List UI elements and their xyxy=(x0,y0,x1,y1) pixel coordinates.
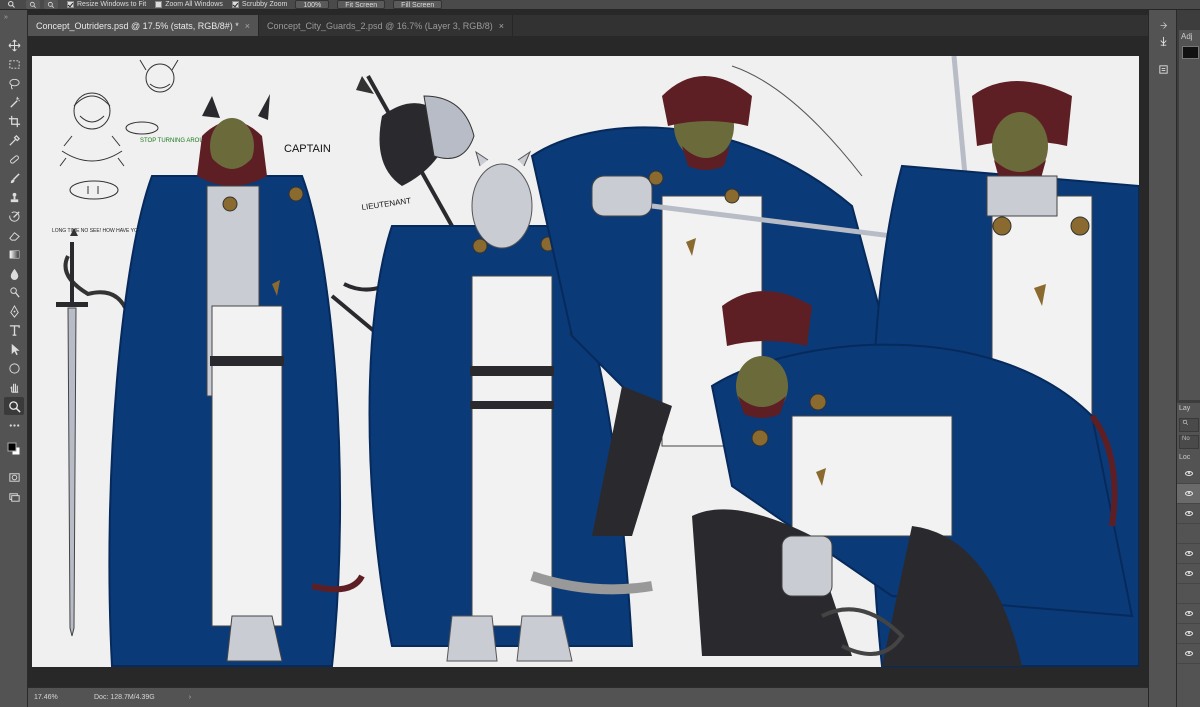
resize-windows-checkbox[interactable]: Resize Windows to Fit xyxy=(67,1,146,8)
history-brush-tool-icon[interactable] xyxy=(4,207,24,225)
status-menu-arrow-icon[interactable]: › xyxy=(189,694,191,701)
close-icon[interactable]: × xyxy=(245,21,250,31)
document-canvas[interactable]: STOP TURNING AROUND! LONG TIME NO SEE! H… xyxy=(32,56,1139,667)
visibility-eye-icon[interactable] xyxy=(1185,551,1193,556)
tools-panel: » xyxy=(0,10,28,707)
dodge-tool-icon[interactable] xyxy=(4,283,24,301)
layer-row[interactable] xyxy=(1177,624,1200,644)
tab-concept-outriders[interactable]: Concept_Outriders.psd @ 17.5% (stats, RG… xyxy=(28,15,259,36)
layer-row[interactable] xyxy=(1177,564,1200,584)
hand-tool-icon[interactable] xyxy=(4,378,24,396)
visibility-eye-icon[interactable] xyxy=(1185,491,1193,496)
fill-screen-button[interactable]: Fill Screen xyxy=(393,0,443,9)
color-swatches-icon[interactable] xyxy=(4,438,24,460)
zoom-all-windows-label: Zoom All Windows xyxy=(165,1,223,8)
checkbox-checked-icon xyxy=(231,1,239,8)
eraser-tool-icon[interactable] xyxy=(4,226,24,244)
type-tool-icon[interactable] xyxy=(4,321,24,339)
quick-mask-icon[interactable] xyxy=(4,468,24,486)
brush-tool-icon[interactable] xyxy=(4,169,24,187)
adjustments-tab-label[interactable]: Adj xyxy=(1181,32,1193,41)
zoom-tool-icon[interactable] xyxy=(4,397,24,415)
magic-wand-tool-icon[interactable] xyxy=(4,93,24,111)
zoom-out-icon[interactable] xyxy=(44,0,58,9)
path-selection-tool-icon[interactable] xyxy=(4,340,24,358)
document-tabs: Concept_Outriders.psd @ 17.5% (stats, RG… xyxy=(28,15,1148,36)
options-bar: Resize Windows to Fit Zoom All Windows S… xyxy=(0,0,1200,10)
layer-row[interactable] xyxy=(1177,504,1200,524)
visibility-eye-icon[interactable] xyxy=(1185,511,1193,516)
status-bar: 17.46% Doc: 128.7M/4.39G › xyxy=(28,687,1148,707)
visibility-eye-icon[interactable] xyxy=(1185,651,1193,656)
layer-row[interactable] xyxy=(1177,604,1200,624)
tool-preset-picker[interactable] xyxy=(0,0,22,9)
pen-tool-icon[interactable] xyxy=(4,302,24,320)
zoom-level[interactable]: 17.46% xyxy=(28,694,88,701)
scrubby-zoom-label: Scrubby Zoom xyxy=(241,1,288,8)
zoom-100-button[interactable]: 100% xyxy=(295,0,330,9)
marquee-tool-icon[interactable] xyxy=(4,55,24,73)
layer-row[interactable] xyxy=(1177,524,1200,544)
checkbox-checked-icon xyxy=(67,1,74,8)
layer-row[interactable] xyxy=(1177,464,1200,484)
layer-filter-dropdown[interactable]: No xyxy=(1179,435,1199,449)
move-tool-icon[interactable] xyxy=(4,36,24,54)
scrubby-zoom-checkbox[interactable]: Scrubby Zoom xyxy=(231,1,288,8)
layer-row[interactable] xyxy=(1177,644,1200,664)
tab-label: Concept_City_Guards_2.psd @ 16.7% (Layer… xyxy=(267,20,493,31)
right-panel-dock: Adj Lay No Loc xyxy=(1148,10,1200,707)
checkbox-unchecked-icon xyxy=(155,1,163,8)
eyedropper-tool-icon[interactable] xyxy=(4,131,24,149)
screen-mode-icon[interactable] xyxy=(4,488,24,506)
document-workspace: STOP TURNING AROUND! LONG TIME NO SEE! H… xyxy=(28,36,1148,687)
fit-screen-button[interactable]: Fit Screen xyxy=(337,0,386,9)
layers-panel: Lay No Loc xyxy=(1177,403,1200,707)
blur-tool-icon[interactable] xyxy=(4,264,24,282)
layer-row[interactable] xyxy=(1177,484,1200,504)
zoom-in-icon[interactable] xyxy=(26,0,40,9)
panel-expand-icon[interactable] xyxy=(1156,18,1170,32)
plugin-panel-icon[interactable] xyxy=(1156,62,1170,76)
concept-art-illustration: STOP TURNING AROUND! LONG TIME NO SEE! H… xyxy=(32,56,1139,667)
foreground-color-swatch[interactable] xyxy=(1182,46,1199,59)
usb-device-icon[interactable] xyxy=(1156,34,1170,48)
panel-collapse-grip[interactable]: » xyxy=(0,10,27,28)
lasso-tool-icon[interactable] xyxy=(4,74,24,92)
tab-concept-city-guards[interactable]: Concept_City_Guards_2.psd @ 16.7% (Layer… xyxy=(259,15,514,36)
crop-tool-icon[interactable] xyxy=(4,112,24,130)
annotation-captain: CAPTAIN xyxy=(284,143,331,155)
ellipse-tool-icon[interactable] xyxy=(4,359,24,377)
healing-brush-tool-icon[interactable] xyxy=(4,150,24,168)
more-tools-icon[interactable] xyxy=(4,416,24,434)
visibility-eye-icon[interactable] xyxy=(1185,571,1193,576)
visibility-eye-icon[interactable] xyxy=(1185,471,1193,476)
gradient-tool-icon[interactable] xyxy=(4,245,24,263)
clone-stamp-tool-icon[interactable] xyxy=(4,188,24,206)
doc-size: Doc: 128.7M/4.39G xyxy=(94,694,155,701)
zoom-all-windows-checkbox[interactable]: Zoom All Windows xyxy=(155,1,223,8)
visibility-eye-icon[interactable] xyxy=(1185,611,1193,616)
resize-windows-label: Resize Windows to Fit xyxy=(77,1,147,8)
layer-search-icon[interactable] xyxy=(1179,418,1199,432)
layer-lock-label: Loc xyxy=(1179,454,1191,461)
close-icon[interactable]: × xyxy=(499,21,504,31)
layers-tab-label[interactable]: Lay xyxy=(1177,403,1200,415)
photoshop-window: Resize Windows to Fit Zoom All Windows S… xyxy=(0,0,1200,707)
collapsed-panel-column xyxy=(1149,10,1177,707)
layer-row[interactable] xyxy=(1177,584,1200,604)
visibility-eye-icon[interactable] xyxy=(1185,631,1193,636)
tab-label: Concept_Outriders.psd @ 17.5% (stats, RG… xyxy=(36,20,239,31)
layer-row[interactable] xyxy=(1177,544,1200,564)
adjustments-panel: Adj xyxy=(1179,30,1200,400)
